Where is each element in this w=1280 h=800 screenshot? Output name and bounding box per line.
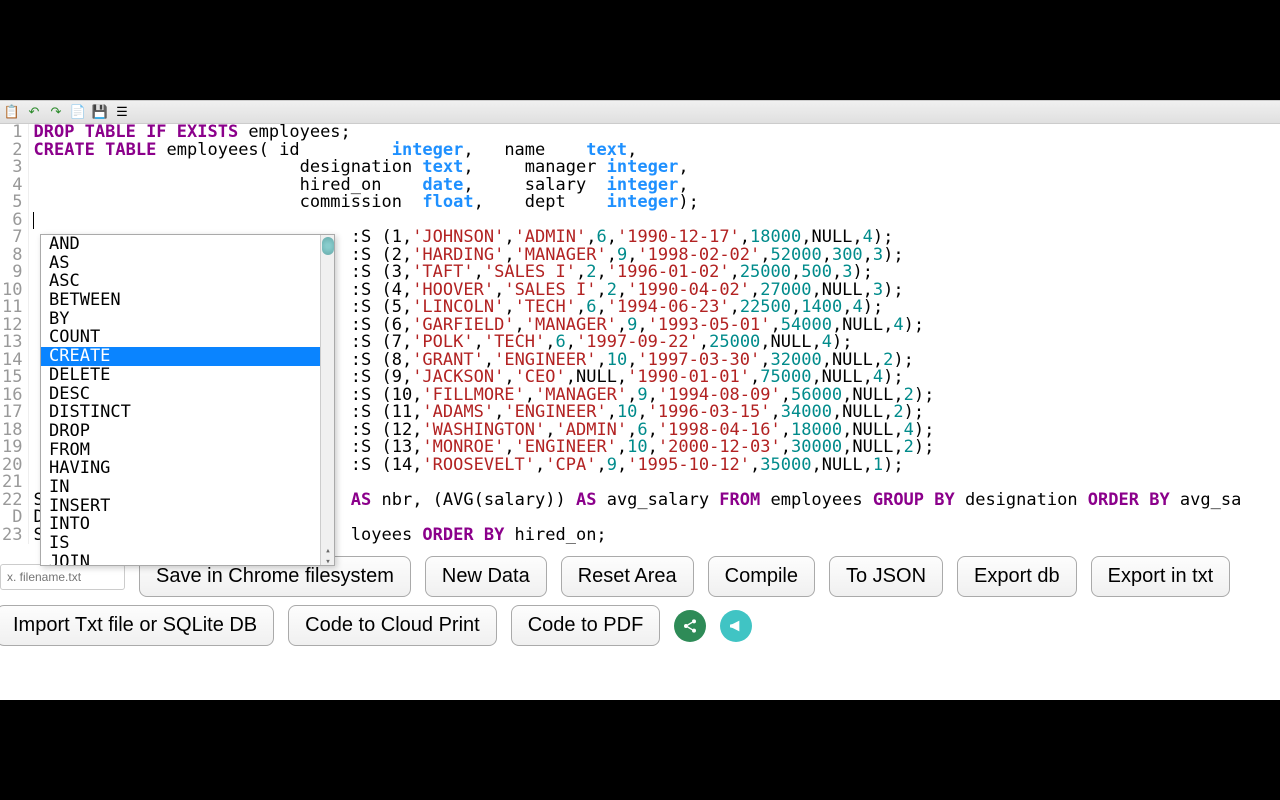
code-line[interactable]: commission float, dept integer); [33, 194, 1280, 212]
autocomplete-item[interactable]: BY [41, 310, 334, 329]
autocomplete-item[interactable]: COUNT [41, 328, 334, 347]
new-icon[interactable]: 📄 [70, 104, 86, 120]
redo-icon[interactable]: ↷ [48, 104, 64, 120]
announce-icon[interactable] [720, 610, 752, 642]
scrollbar-thumb[interactable] [322, 237, 334, 255]
copy-icon[interactable]: 📋 [4, 104, 20, 120]
line-number: 9 [2, 264, 22, 282]
autocomplete-scrollbar[interactable]: ▴ ▾ [320, 235, 334, 565]
compile-button[interactable]: Compile [708, 556, 815, 597]
autocomplete-item[interactable]: DELETE [41, 366, 334, 385]
undo-icon[interactable]: ↶ [26, 104, 42, 120]
line-number: 19 [2, 439, 22, 457]
autocomplete-item[interactable]: FROM [41, 441, 334, 460]
save-icon[interactable]: 💾 [92, 104, 108, 120]
line-number: 13 [2, 334, 22, 352]
autocomplete-item[interactable]: IN [41, 478, 334, 497]
line-number: 17 [2, 404, 22, 422]
autocomplete-item[interactable]: AS [41, 254, 334, 273]
export-db-button[interactable]: Export db [957, 556, 1077, 597]
autocomplete-item[interactable]: INSERT [41, 497, 334, 516]
import-button[interactable]: Import Txt file or SQLite DB [0, 605, 274, 646]
line-number: 11 [2, 299, 22, 317]
share-icon[interactable] [674, 610, 706, 642]
autocomplete-item[interactable]: ASC [41, 272, 334, 291]
line-number: 3 [2, 159, 22, 177]
autocomplete-item[interactable]: DESC [41, 385, 334, 404]
autocomplete-item[interactable]: CREATE [41, 347, 334, 366]
code-to-pdf-button[interactable]: Code to PDF [511, 605, 661, 646]
line-number: 15 [2, 369, 22, 387]
line-number: D [2, 509, 22, 527]
line-number: 1 [2, 124, 22, 142]
filename-input[interactable] [0, 564, 125, 590]
autocomplete-item[interactable]: IS [41, 534, 334, 553]
autocomplete-item[interactable]: AND [41, 235, 334, 254]
code-editor[interactable]: 12345678910111213141516171819202122D23 D… [0, 124, 1280, 544]
reset-area-button[interactable]: Reset Area [561, 556, 694, 597]
autocomplete-item[interactable]: BETWEEN [41, 291, 334, 310]
line-number: 21 [2, 474, 22, 492]
scroll-down-icon[interactable]: ▾ [323, 554, 333, 564]
list-icon[interactable]: ☰ [114, 104, 130, 120]
autocomplete-item[interactable]: DISTINCT [41, 403, 334, 422]
line-gutter: 12345678910111213141516171819202122D23 [0, 124, 29, 544]
line-number: 23 [2, 527, 22, 545]
autocomplete-item[interactable]: DROP [41, 422, 334, 441]
autocomplete-popup[interactable]: ANDASASCBETWEENBYCOUNTCREATEDELETEDESCDI… [40, 234, 335, 566]
scroll-up-icon[interactable]: ▴ [323, 543, 333, 553]
line-number: 7 [2, 229, 22, 247]
autocomplete-item[interactable]: HAVING [41, 459, 334, 478]
new-data-button[interactable]: New Data [425, 556, 547, 597]
export-txt-button[interactable]: Export in txt [1091, 556, 1231, 597]
line-number: 5 [2, 194, 22, 212]
cloud-print-button[interactable]: Code to Cloud Print [288, 605, 497, 646]
editor-toolbar: 📋 ↶ ↷ 📄 💾 ☰ [0, 100, 1280, 124]
autocomplete-item[interactable]: INTO [41, 515, 334, 534]
to-json-button[interactable]: To JSON [829, 556, 943, 597]
autocomplete-item[interactable]: JOIN [41, 553, 334, 565]
